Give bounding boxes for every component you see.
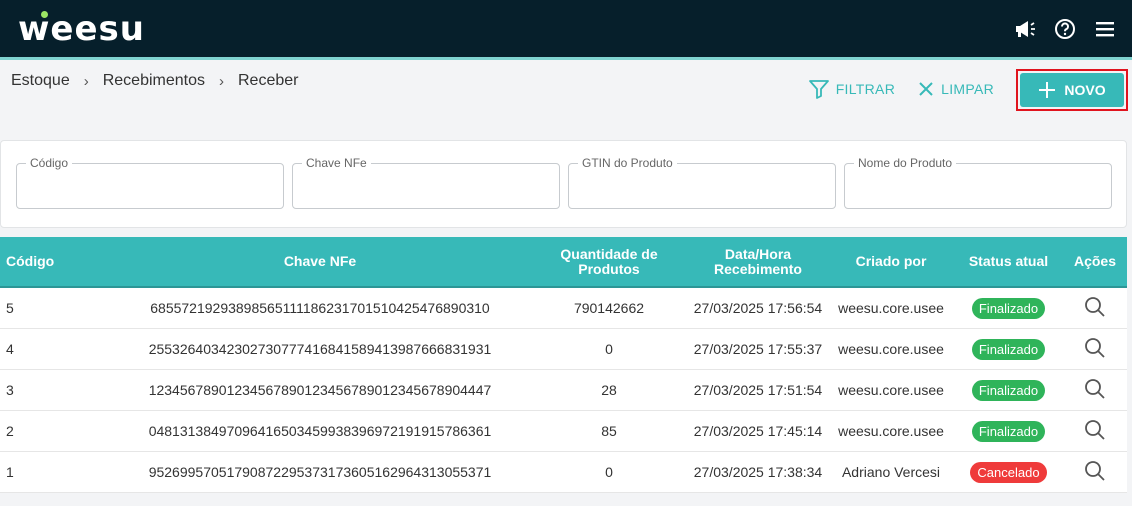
breadcrumb: Estoque › Recebimentos › Receber: [11, 72, 298, 90]
gtin-field-label: GTIN do Produto: [578, 156, 677, 170]
toolbar-actions: FILTRAR LIMPAR NOVO: [808, 66, 1132, 112]
header-acoes: Ações: [1073, 253, 1117, 269]
cell-status: Finalizado: [954, 379, 1063, 401]
cell-data: 27/03/2025 17:56:54: [693, 300, 823, 316]
cell-data: 27/03/2025 17:45:14: [693, 423, 823, 439]
menu-icon[interactable]: [1092, 16, 1118, 42]
cell-status: Cancelado: [954, 461, 1063, 483]
header-chave[interactable]: Chave NFe: [55, 254, 530, 269]
cell-status: Finalizado: [954, 420, 1063, 442]
status-badge: Finalizado: [971, 338, 1046, 360]
megaphone-icon[interactable]: [1012, 16, 1038, 42]
cell-codigo: 3: [6, 382, 14, 398]
cell-quantidade: 0: [605, 464, 613, 480]
cell-codigo: 1: [6, 464, 14, 480]
status-badge: Finalizado: [971, 420, 1046, 442]
breadcrumb-receber: Receber: [238, 72, 299, 89]
search-icon[interactable]: [1084, 460, 1106, 482]
filter-panel: Código Chave NFe GTIN do Produto Nome do…: [0, 140, 1127, 228]
table-row[interactable]: 1 952699570517908722953731736051629643130…: [0, 452, 1127, 493]
cell-chave: 2553264034230273077741684158941398766683…: [148, 341, 492, 357]
table-body: 5 685572192938985651111862317015104254768…: [0, 288, 1127, 493]
logo-dot: [41, 11, 48, 18]
top-icons: [1012, 16, 1118, 42]
new-button-highlight: NOVO: [1016, 68, 1128, 111]
cell-data: 27/03/2025 17:51:54: [693, 382, 823, 398]
cell-status: Finalizado: [954, 338, 1063, 360]
cell-acoes: [1063, 460, 1127, 485]
top-bar: weesu: [0, 0, 1132, 60]
cell-chave: 1234567890123456789012345678901234567890…: [148, 382, 492, 398]
codigo-field-label: Código: [26, 156, 73, 170]
cell-codigo: 2: [6, 423, 14, 439]
breadcrumb-estoque[interactable]: Estoque: [11, 72, 70, 90]
cell-criado: weesu.core.usee: [838, 341, 944, 357]
chevron-right-icon: ›: [219, 72, 224, 90]
cell-criado: Adriano Vercesi: [841, 464, 941, 480]
status-badge: Finalizado: [971, 297, 1046, 319]
nome-produto-field-label: Nome do Produto: [854, 156, 957, 170]
status-badge: Cancelado: [970, 461, 1047, 483]
chave-nfe-field-label: Chave NFe: [302, 156, 371, 170]
cell-quantidade: 85: [601, 423, 617, 439]
cell-acoes: [1063, 337, 1127, 362]
table-row[interactable]: 2 048131384970964165034599383969721919157…: [0, 411, 1127, 452]
receipts-table: Código Chave NFe Quantidade de Produtos …: [0, 237, 1127, 493]
plus-icon: [1039, 81, 1056, 98]
new-button[interactable]: NOVO: [1020, 72, 1124, 107]
table-header: Código Chave NFe Quantidade de Produtos …: [0, 237, 1127, 288]
cell-status: Finalizado: [954, 297, 1063, 319]
cell-acoes: [1063, 378, 1127, 403]
filter-label: FILTRAR: [835, 81, 896, 97]
weesu-logo[interactable]: weesu: [18, 9, 145, 49]
header-data[interactable]: Data/Hora Recebimento: [688, 246, 828, 277]
cell-codigo: 4: [6, 341, 14, 357]
search-icon[interactable]: [1084, 296, 1106, 318]
cell-codigo: 5: [6, 300, 14, 316]
cell-criado: weesu.core.usee: [838, 382, 944, 398]
search-icon[interactable]: [1084, 337, 1106, 359]
clear-button[interactable]: LIMPAR: [917, 80, 994, 98]
header-status[interactable]: Status atual: [954, 254, 1063, 269]
table-row[interactable]: 4 255326403423027307774168415894139876668…: [0, 329, 1127, 370]
cell-data: 27/03/2025 17:38:34: [693, 464, 823, 480]
cell-criado: weesu.core.usee: [838, 423, 944, 439]
search-icon[interactable]: [1084, 378, 1106, 400]
close-icon: [919, 82, 933, 96]
search-icon[interactable]: [1084, 419, 1106, 441]
cell-data: 27/03/2025 17:55:37: [693, 341, 823, 357]
table-row[interactable]: 3 123456789012345678901234567890123456789…: [0, 370, 1127, 411]
cell-acoes: [1063, 296, 1127, 321]
header-codigo[interactable]: Código: [0, 254, 55, 269]
header-criado[interactable]: Criado por: [828, 254, 954, 269]
breadcrumb-recebimentos[interactable]: Recebimentos: [103, 72, 205, 90]
cell-chave: 6855721929389856511118623170151042547689…: [150, 300, 490, 316]
cell-chave: 0481313849709641650345993839697219191578…: [148, 423, 492, 439]
cell-quantidade: 790142662: [573, 300, 645, 316]
table-row[interactable]: 5 685572192938985651111862317015104254768…: [0, 288, 1127, 329]
help-icon[interactable]: [1052, 16, 1078, 42]
codigo-field[interactable]: Código: [16, 156, 284, 209]
nome-produto-field[interactable]: Nome do Produto: [844, 156, 1112, 209]
chevron-right-icon: ›: [83, 72, 89, 90]
filter-icon: [808, 80, 829, 99]
cell-quantidade: 0: [605, 341, 613, 357]
clear-label: LIMPAR: [941, 81, 994, 97]
cell-quantidade: 28: [601, 382, 617, 398]
chave-nfe-field[interactable]: Chave NFe: [292, 156, 560, 209]
new-label: NOVO: [1064, 81, 1106, 98]
cell-acoes: [1063, 419, 1127, 444]
gtin-field[interactable]: GTIN do Produto: [568, 156, 836, 209]
cell-chave: 9526995705179087229537317360516296431305…: [148, 464, 492, 480]
status-badge: Finalizado: [971, 379, 1046, 401]
cell-criado: weesu.core.usee: [838, 300, 944, 316]
filter-button[interactable]: FILTRAR: [808, 78, 895, 100]
header-quantidade[interactable]: Quantidade de Produtos: [530, 246, 688, 277]
